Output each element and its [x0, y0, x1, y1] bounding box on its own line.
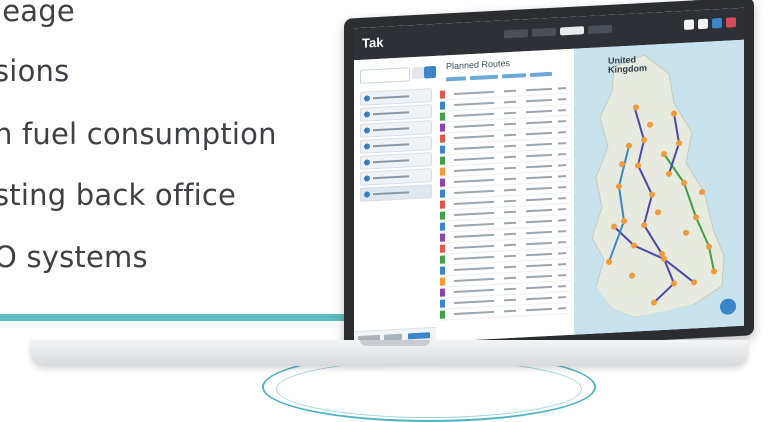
map-country-label: United Kingdom [608, 54, 647, 75]
sidebar-item[interactable] [360, 88, 432, 106]
feature-item: sting back office [0, 178, 237, 212]
laptop-lid: Tak Planned Routes United Kingdom [344, 0, 754, 357]
sidebar-item[interactable] [360, 136, 432, 154]
layers-icon[interactable] [698, 18, 708, 30]
sidebar-item[interactable] [360, 104, 432, 122]
search-input[interactable] [360, 67, 410, 84]
route-tab[interactable] [470, 74, 498, 81]
pedestal-ring-inner [276, 360, 582, 418]
add-icon[interactable] [424, 65, 436, 79]
route-tabs [446, 71, 566, 82]
page-title: Planned Routes [446, 58, 511, 72]
routes-panel: Planned Routes [436, 48, 574, 342]
close-icon[interactable] [726, 17, 736, 28]
bottom-tab-active[interactable] [408, 332, 430, 340]
nav-tab[interactable] [532, 27, 556, 37]
grid-icon[interactable] [684, 19, 694, 30]
sidebar-item[interactable] [360, 152, 432, 170]
feature-item: sions [0, 54, 70, 88]
feature-item: O systems [0, 240, 148, 274]
uk-landmass [591, 54, 725, 319]
route-tab[interactable] [502, 73, 526, 79]
filter-icon[interactable] [412, 66, 424, 80]
laptop-notch [360, 340, 430, 346]
map-canvas [574, 54, 734, 335]
sidebar-item[interactable] [360, 120, 432, 138]
sidebar-item-selected[interactable] [360, 184, 432, 202]
route-tab[interactable] [446, 76, 466, 82]
settings-icon[interactable] [712, 17, 722, 29]
feature-item: leage [0, 0, 75, 28]
laptop-screen: Tak Planned Routes United Kingdom [354, 7, 744, 347]
accent-divider [0, 314, 352, 321]
route-tab[interactable] [530, 71, 552, 77]
nav-tab[interactable] [588, 24, 612, 34]
sidebar-item[interactable] [360, 168, 432, 186]
sidebar [354, 55, 437, 347]
feature-list: leage sions n fuel consumption sting bac… [0, 0, 340, 300]
feature-item: n fuel consumption [0, 117, 277, 151]
app-logo: Tak [362, 34, 384, 51]
nav-tab-active[interactable] [560, 26, 584, 36]
nav-tab[interactable] [504, 29, 528, 39]
route-map[interactable]: United Kingdom [574, 39, 744, 335]
